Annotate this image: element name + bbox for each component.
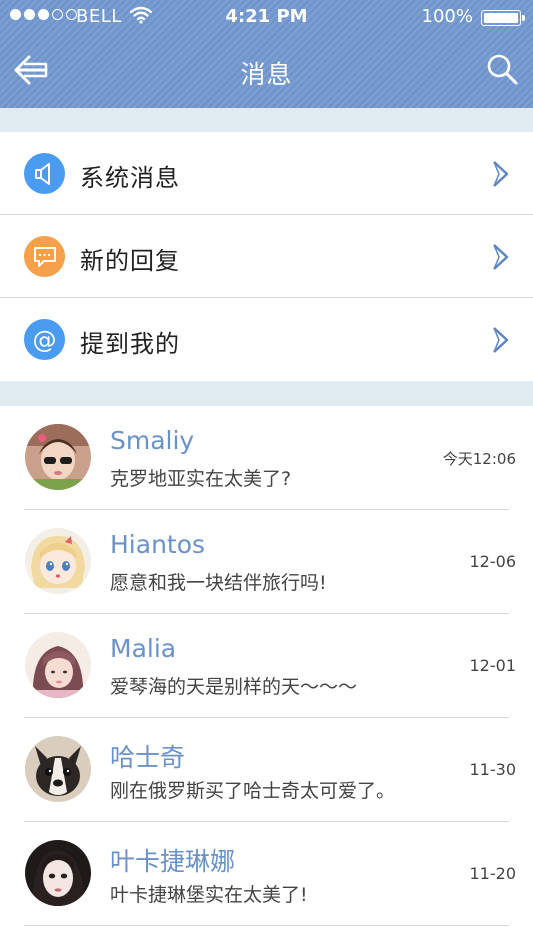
search-icon (487, 54, 518, 85)
chevron-right-icon (493, 327, 509, 353)
section-divider (0, 381, 533, 406)
at-icon: @ (24, 319, 65, 360)
chevron-right-icon (493, 244, 509, 270)
chat-contact-name: 哈士奇 (110, 743, 186, 772)
menu-item-label: 提到我的 (80, 330, 180, 358)
chat-contact-name: Malia (110, 634, 177, 663)
menu-item-system-messages[interactable]: 系统消息 (0, 132, 533, 215)
battery-icon (481, 10, 525, 26)
menu-item-mentions[interactable]: @ 提到我的 (0, 298, 533, 381)
menu-item-label: 新的回复 (80, 247, 180, 275)
avatar (25, 736, 91, 802)
chat-message-preview: 刚在俄罗斯买了哈士奇太可爱了。 (110, 780, 396, 802)
page-title: 消息 (240, 60, 293, 89)
nav-header: BELL 4:21 PM 100% 消息 (0, 0, 533, 108)
section-divider (0, 108, 533, 132)
chat-timestamp: 今天12:06 (442, 450, 516, 468)
chat-list-item[interactable]: Malia 爱琴海的天是别样的天～～～ 12-01 (0, 614, 533, 718)
chat-list-item[interactable]: Smaliy 克罗地亚实在太美了? 今天12:06 (0, 406, 533, 510)
avatar (25, 424, 91, 490)
chat-timestamp: 12-06 (469, 552, 517, 571)
menu-item-new-replies[interactable]: 新的回复 (0, 215, 533, 298)
chat-bubble-icon (24, 236, 65, 277)
search-button[interactable] (485, 52, 519, 86)
chat-contact-name: Hiantos (110, 530, 206, 559)
speaker-icon (24, 153, 65, 194)
chat-list-item[interactable]: 叶卡捷琳娜 叶卡捷琳堡实在太美了! 11-20 (0, 822, 533, 926)
chat-contact-name: 叶卡捷琳娜 (110, 847, 236, 876)
chat-timestamp: 12-01 (469, 656, 517, 675)
chat-timestamp: 11-20 (469, 864, 517, 883)
avatar (25, 632, 91, 698)
avatar (25, 528, 91, 594)
chat-message-preview: 爱琴海的天是别样的天～～～ (110, 676, 358, 698)
chevron-right-icon (493, 161, 509, 187)
chat-contact-name: Smaliy (110, 426, 195, 455)
chat-message-preview: 克罗地亚实在太美了? (110, 468, 292, 490)
menu-item-label: 系统消息 (80, 164, 180, 192)
chat-message-preview: 愿意和我一块结伴旅行吗! (110, 572, 327, 594)
chat-timestamp: 11-30 (469, 760, 517, 779)
chat-list-item[interactable]: Hiantos 愿意和我一块结伴旅行吗! 12-06 (0, 510, 533, 614)
chat-message-preview: 叶卡捷琳堡实在太美了! (110, 884, 308, 906)
battery-percent: 100% (421, 6, 473, 27)
status-bar: BELL 4:21 PM 100% (0, 0, 533, 34)
chat-list-item[interactable]: 哈士奇 刚在俄罗斯买了哈士奇太可爱了。 11-30 (0, 718, 533, 822)
avatar (25, 840, 91, 906)
